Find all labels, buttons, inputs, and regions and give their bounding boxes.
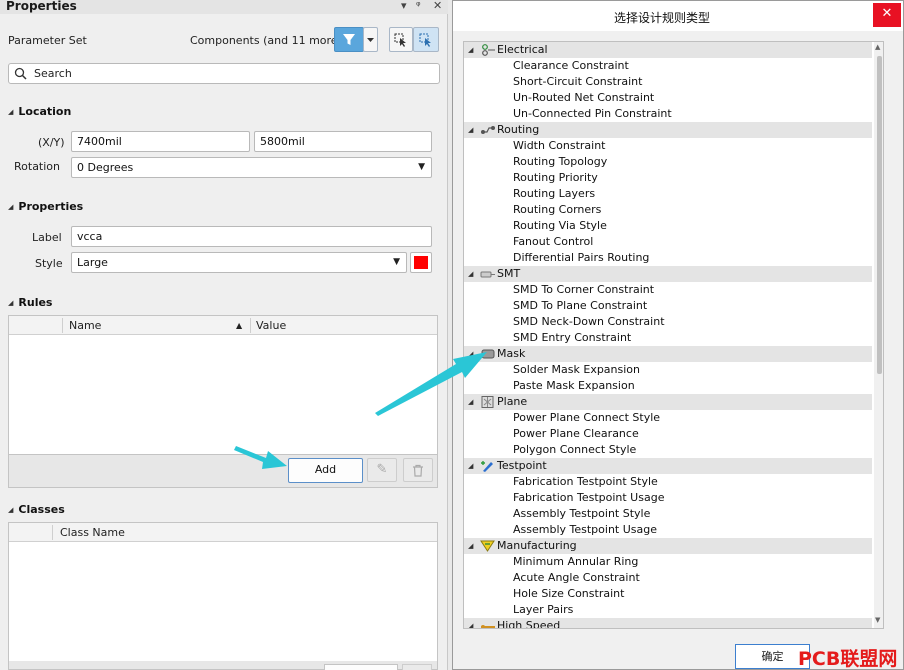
arrow-to-mask-icon bbox=[375, 352, 487, 416]
annotation-arrows bbox=[234, 352, 487, 469]
arrow-to-add-icon bbox=[234, 446, 287, 469]
screen: Properties ▾ ᵠ ✕ Parameter Set Component… bbox=[0, 0, 904, 670]
